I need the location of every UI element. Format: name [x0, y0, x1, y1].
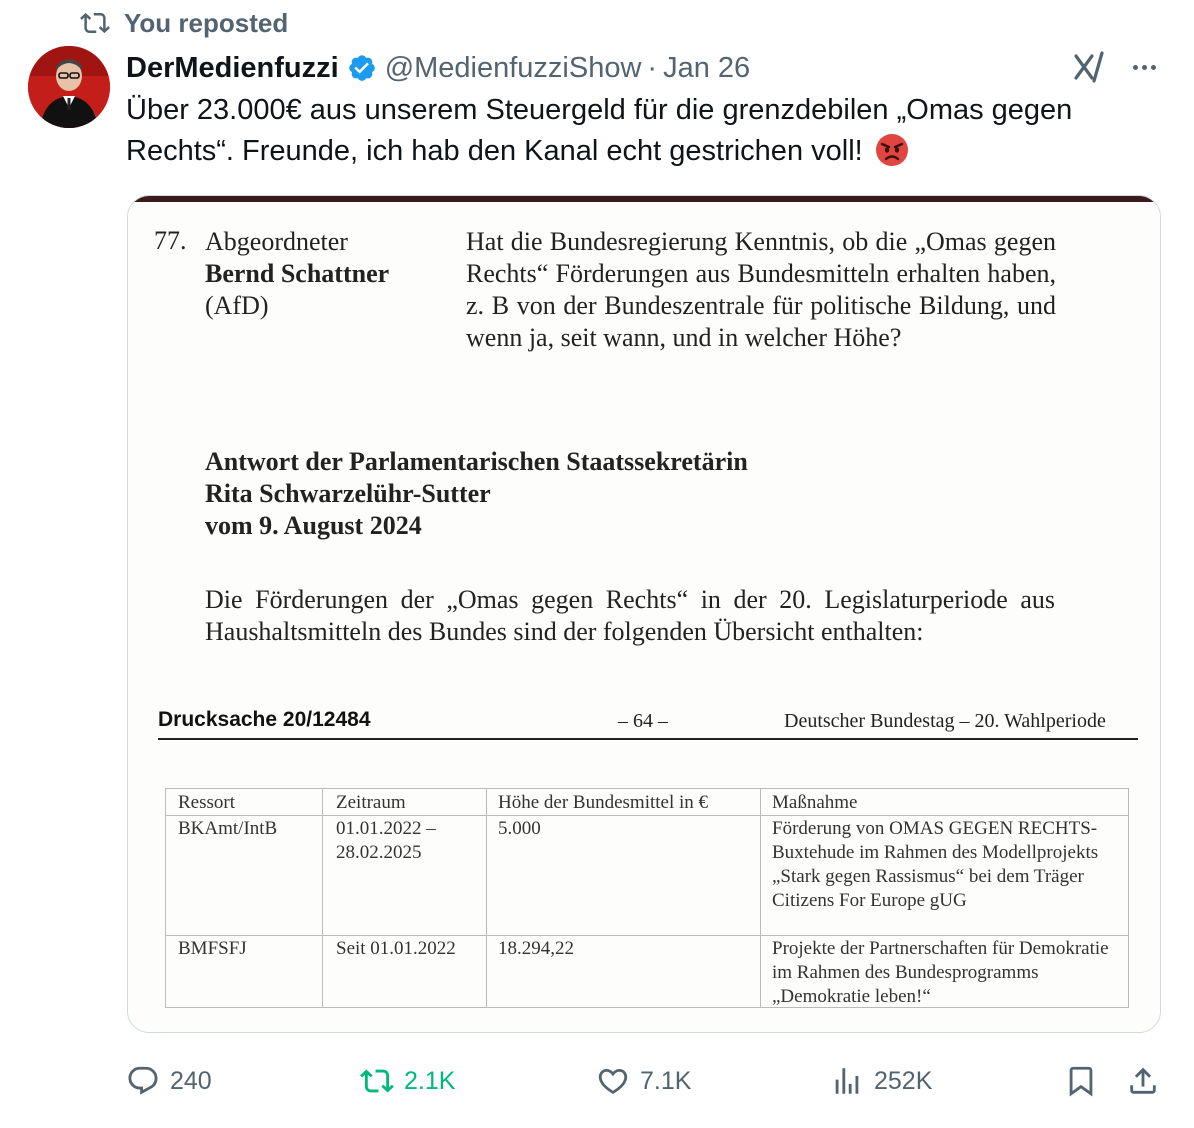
like-button[interactable]: 7.1K	[596, 1058, 691, 1104]
table-cell: Projekte der Partnerschaften für Demokra…	[772, 938, 1109, 1007]
table-cell: BMFSFJ	[178, 938, 247, 959]
share-button[interactable]	[1126, 1058, 1160, 1104]
table-cell: 01.01.2022 – 28.02.2025	[336, 818, 436, 863]
table-header-cell: Ressort	[178, 792, 235, 813]
angry-face-icon	[875, 134, 908, 166]
document-image: 77. Abgeordneter Bernd Schattner (AfD) H…	[128, 196, 1160, 1032]
author-name[interactable]: DerMedienfuzzi	[126, 52, 339, 85]
table-col-divider	[322, 789, 323, 1007]
verified-badge-icon	[348, 55, 375, 81]
table-header-cell: Maßnahme	[772, 792, 858, 813]
table-header-cell: Zeitraum	[336, 792, 406, 813]
tweet-header: DerMedienfuzzi @MedienfuzziShow · Jan 26	[126, 48, 750, 88]
author-handle[interactable]: @MedienfuzziShow	[385, 52, 642, 85]
tweet-body: Über 23.000€ aus unserem Steuergeld für …	[126, 94, 1073, 167]
views-button[interactable]: 252K	[830, 1058, 932, 1104]
answer-body: Die Förderungen der „Omas gegen Rechts“ …	[205, 585, 1055, 646]
table-row-divider	[166, 935, 1128, 936]
repost-banner: You reposted	[80, 6, 288, 40]
document-top-edge	[128, 196, 1160, 202]
views-chart-icon	[835, 1068, 859, 1094]
question-text: Hat die Bundesregierung Kenntnis, ob die…	[466, 227, 1056, 352]
drucksache-label: Drucksache 20/12484	[158, 708, 371, 731]
table-col-divider	[760, 789, 761, 1007]
repost-button[interactable]: 2.1K	[360, 1058, 455, 1104]
view-count: 252K	[874, 1066, 933, 1095]
question-number: 77.	[154, 226, 187, 255]
repost-count: 2.1K	[404, 1066, 456, 1095]
repost-active-icon	[360, 1069, 394, 1093]
avatar-image	[28, 46, 110, 128]
bundestag-label: Deutscher Bundestag – 20. Wahlperiode	[784, 710, 1106, 732]
table-cell: Seit 01.01.2022	[336, 938, 456, 959]
tweet-text: Über 23.000€ aus unserem Steuergeld für …	[126, 90, 1166, 172]
answer-line-3: vom 9. August 2024	[205, 511, 422, 540]
question-member: Abgeordneter Bernd Schattner (AfD)	[205, 226, 389, 322]
funding-table: Ressort Zeitraum Höhe der Bundesmittel i…	[165, 788, 1129, 1008]
reply-icon	[128, 1066, 158, 1095]
table-cell: BKAmt/IntB	[178, 818, 278, 839]
tweet-date[interactable]: Jan 26	[663, 52, 750, 85]
bookmark-button[interactable]	[1064, 1058, 1098, 1104]
footer-rule	[158, 738, 1138, 740]
grok-icon[interactable]	[1070, 48, 1108, 86]
share-icon	[1130, 1067, 1156, 1094]
member-role: Abgeordneter	[205, 227, 348, 256]
repost-banner-text: You reposted	[124, 7, 289, 38]
table-cell: Förderung von OMAS GEGEN RECHTS-Buxtehud…	[772, 818, 1099, 911]
answer-line-1: Antwort der Parlamentarischen Staatssekr…	[205, 447, 748, 476]
repost-icon	[80, 12, 110, 34]
reply-count: 240	[170, 1066, 212, 1095]
table-cell: 18.294,22	[498, 938, 574, 959]
action-bar: 240 2.1K 7.1K 252K	[126, 1058, 1166, 1104]
table-row-divider	[166, 815, 1128, 816]
more-options-icon[interactable]	[1124, 52, 1164, 82]
heart-icon	[598, 1068, 628, 1094]
member-party: (AfD)	[205, 291, 269, 320]
table-cell: 5.000	[498, 818, 541, 839]
like-count: 7.1K	[640, 1066, 692, 1095]
avatar[interactable]	[28, 46, 110, 128]
answer-line-2: Rita Schwarzelühr-Sutter	[205, 479, 491, 508]
page-number: – 64 –	[618, 710, 668, 732]
bookmark-icon	[1069, 1066, 1093, 1097]
separator-dot: ·	[647, 51, 658, 84]
reply-button[interactable]: 240	[126, 1058, 212, 1104]
member-name: Bernd Schattner	[205, 259, 390, 288]
table-header-cell: Höhe der Bundesmittel in €	[498, 792, 709, 813]
answer-heading: Antwort der Parlamentarischen Staatssekr…	[205, 446, 748, 542]
table-col-divider	[486, 789, 487, 1007]
tweet-media[interactable]: 77. Abgeordneter Bernd Schattner (AfD) H…	[127, 195, 1161, 1033]
